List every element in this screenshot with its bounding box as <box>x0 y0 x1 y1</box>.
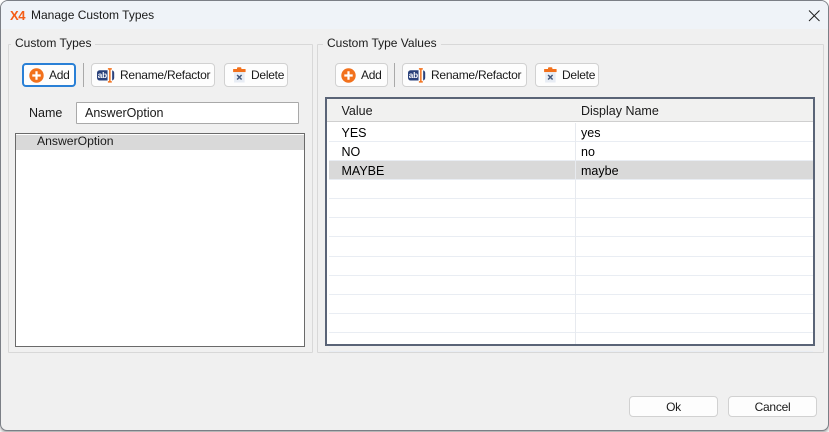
svg-text:ab: ab <box>409 71 418 80</box>
svg-text:ab: ab <box>98 71 107 80</box>
